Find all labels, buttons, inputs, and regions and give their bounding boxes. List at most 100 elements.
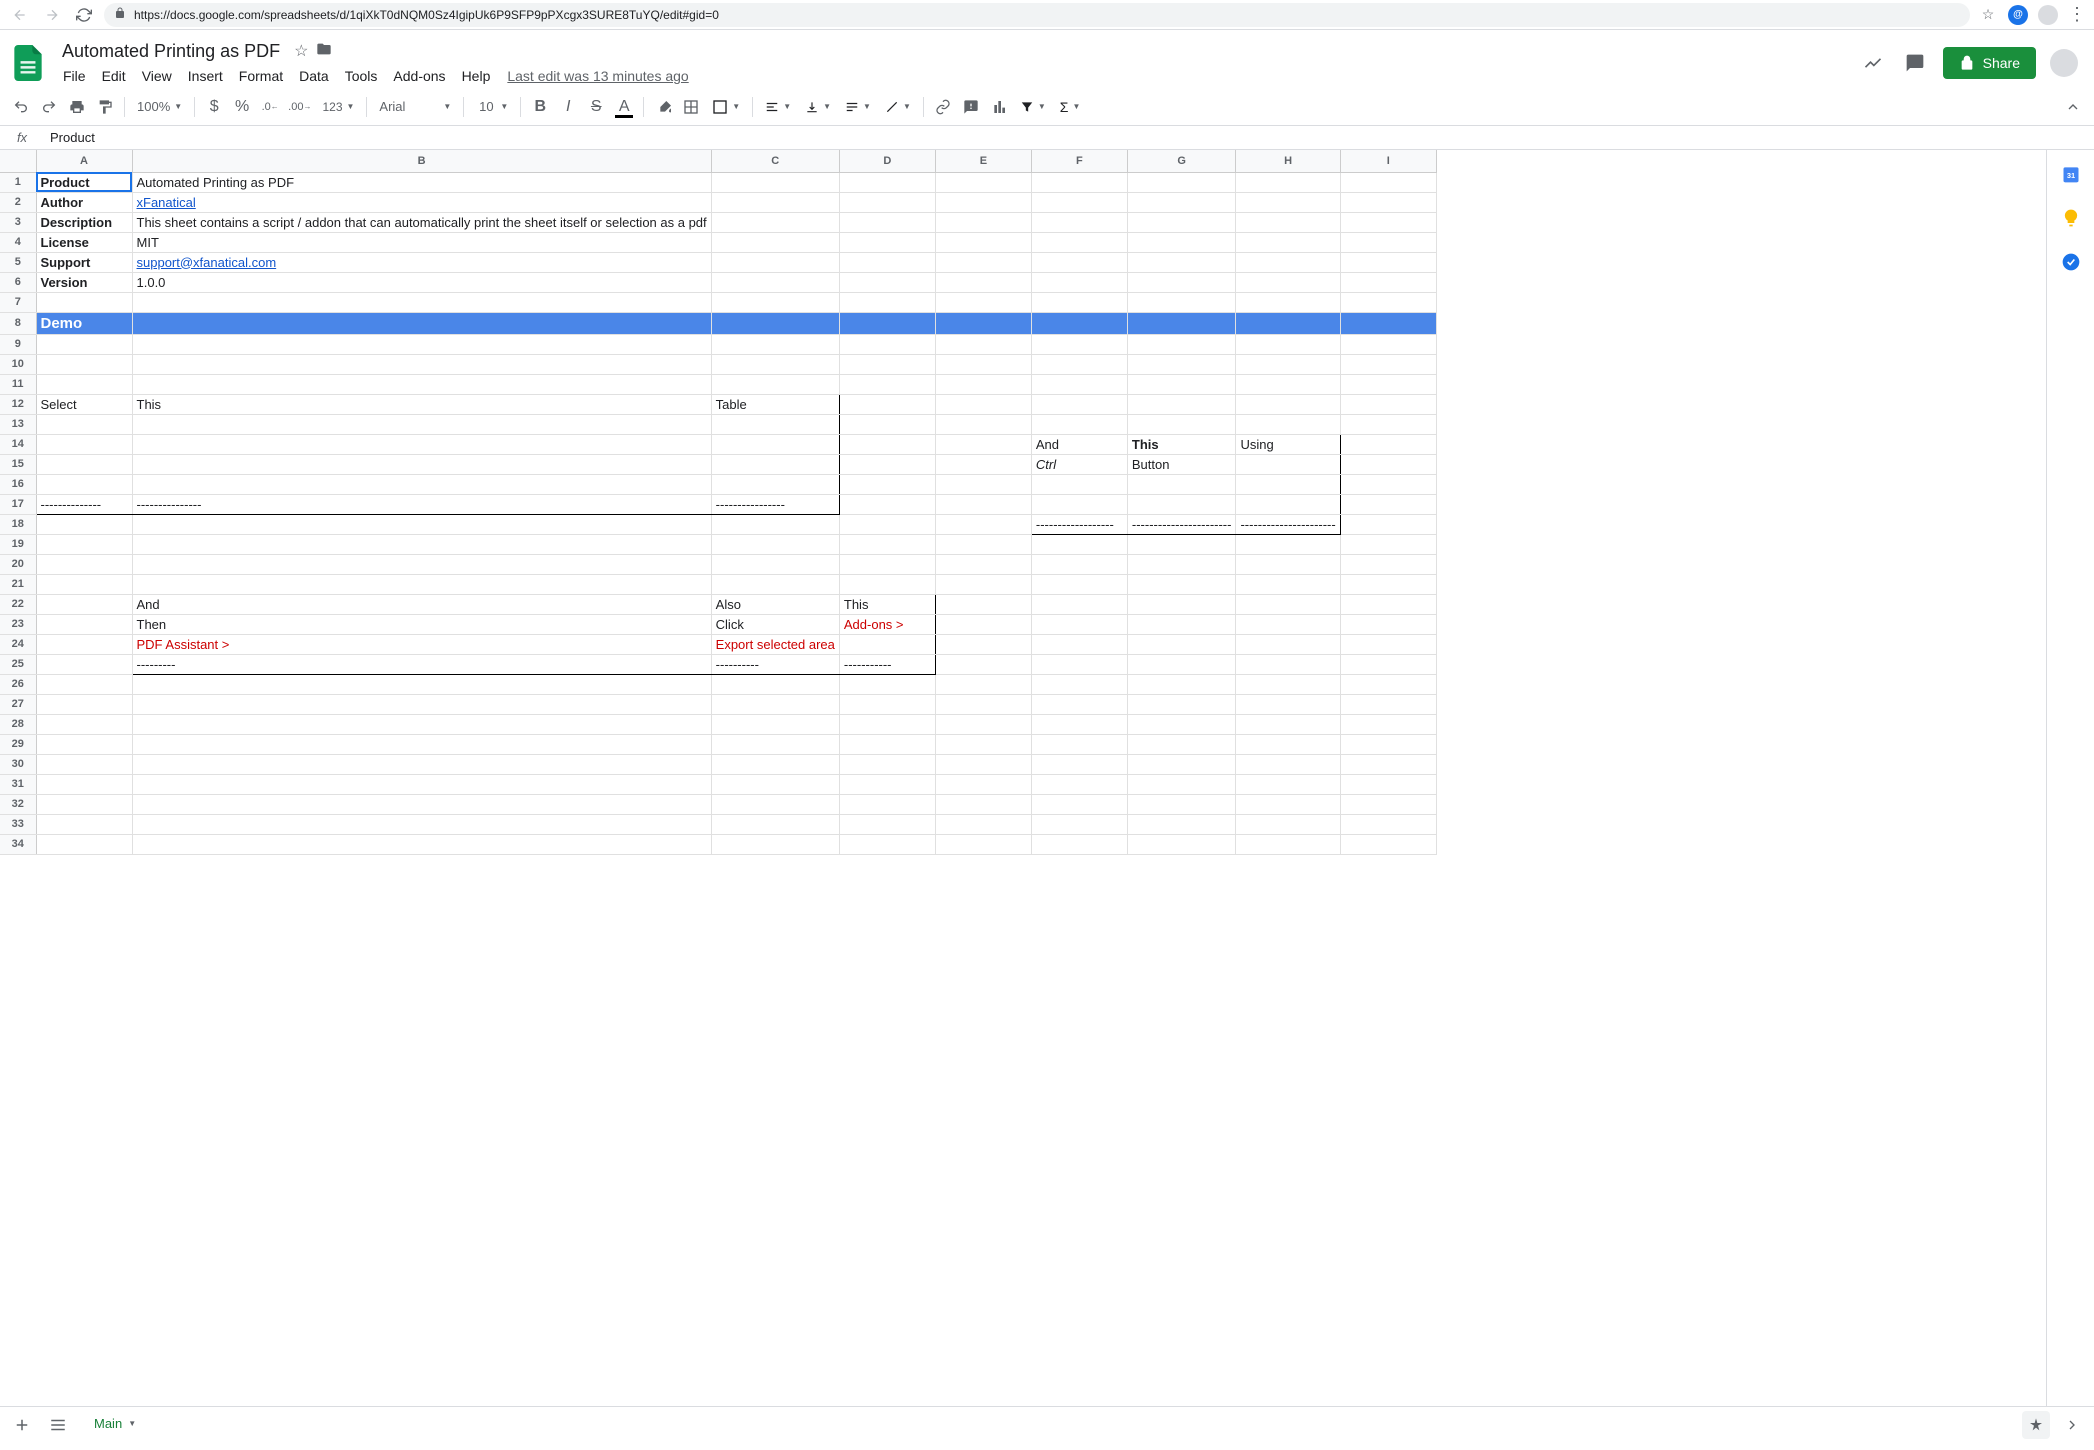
cell-B16[interactable] [132,474,711,494]
browser-back-button[interactable] [8,3,32,27]
cell-I23[interactable] [1340,614,1436,634]
cell-G23[interactable] [1127,614,1236,634]
cell-H24[interactable] [1236,634,1340,654]
cell-E28[interactable] [935,714,1031,734]
cell-F8[interactable] [1031,312,1127,334]
cell-D27[interactable] [839,694,935,714]
cell-I18[interactable] [1340,514,1436,534]
cell-I4[interactable] [1340,232,1436,252]
col-header-H[interactable]: H [1236,150,1340,172]
cell-D20[interactable] [839,554,935,574]
cell-I12[interactable] [1340,394,1436,414]
cell-H2[interactable] [1236,192,1340,212]
cell-E1[interactable] [935,172,1031,192]
cell-D15[interactable] [839,454,935,474]
cell-A18[interactable] [36,514,132,534]
cell-C2[interactable] [711,192,839,212]
cell-A7[interactable] [36,292,132,312]
cell-A8[interactable]: Demo [36,312,132,334]
cell-D14[interactable] [839,434,935,454]
cell-C31[interactable] [711,774,839,794]
cell-F2[interactable] [1031,192,1127,212]
row-header-31[interactable]: 31 [0,774,36,794]
cell-C19[interactable] [711,534,839,554]
cell-B34[interactable] [132,834,711,854]
row-header-9[interactable]: 9 [0,334,36,354]
cell-A12[interactable]: Select [36,394,132,414]
cell-C20[interactable] [711,554,839,574]
cell-C14[interactable] [711,434,839,454]
cell-A29[interactable] [36,734,132,754]
cell-B28[interactable] [132,714,711,734]
cell-A25[interactable] [36,654,132,674]
row-header-19[interactable]: 19 [0,534,36,554]
cell-B3[interactable]: This sheet contains a script / addon tha… [132,212,711,232]
col-header-I[interactable]: I [1340,150,1436,172]
cell-E16[interactable] [935,474,1031,494]
cell-D13[interactable] [839,414,935,434]
cell-H5[interactable] [1236,252,1340,272]
cell-G33[interactable] [1127,814,1236,834]
borders-button[interactable] [678,94,704,120]
doc-move-icon[interactable] [316,41,332,62]
cell-C8[interactable] [711,312,839,334]
cell-B6[interactable]: 1.0.0 [132,272,711,292]
cell-G30[interactable] [1127,754,1236,774]
cell-B29[interactable] [132,734,711,754]
row-header-7[interactable]: 7 [0,292,36,312]
cell-D24[interactable] [839,634,935,654]
cell-G4[interactable] [1127,232,1236,252]
cell-G20[interactable] [1127,554,1236,574]
menu-file[interactable]: File [56,64,93,88]
row-header-10[interactable]: 10 [0,354,36,374]
cell-B1[interactable]: Automated Printing as PDF [132,172,711,192]
col-header-D[interactable]: D [839,150,935,172]
cell-D16[interactable] [839,474,935,494]
cell-I13[interactable] [1340,414,1436,434]
text-color-button[interactable]: A [611,94,637,120]
cell-C23[interactable]: Click [711,614,839,634]
cell-C9[interactable] [711,334,839,354]
cell-D28[interactable] [839,714,935,734]
cell-A4[interactable]: License [36,232,132,252]
cell-H23[interactable] [1236,614,1340,634]
row-header-23[interactable]: 23 [0,614,36,634]
cell-D34[interactable] [839,834,935,854]
undo-button[interactable] [8,94,34,120]
cell-F15[interactable]: Ctrl [1031,454,1127,474]
cell-B30[interactable] [132,754,711,774]
cell-C28[interactable] [711,714,839,734]
cell-G27[interactable] [1127,694,1236,714]
cell-B19[interactable] [132,534,711,554]
cell-G12[interactable] [1127,394,1236,414]
increase-decimal-button[interactable]: .00→ [285,94,314,120]
cell-E9[interactable] [935,334,1031,354]
calendar-icon[interactable]: 31 [2059,162,2083,186]
cell-E29[interactable] [935,734,1031,754]
cell-A30[interactable] [36,754,132,774]
cell-E19[interactable] [935,534,1031,554]
cell-H9[interactable] [1236,334,1340,354]
cell-C15[interactable] [711,454,839,474]
cell-E32[interactable] [935,794,1031,814]
cell-C7[interactable] [711,292,839,312]
menu-data[interactable]: Data [292,64,336,88]
cell-B33[interactable] [132,814,711,834]
more-formats-dropdown[interactable]: 123 ▼ [316,100,360,114]
cell-F25[interactable] [1031,654,1127,674]
cell-I3[interactable] [1340,212,1436,232]
cell-H25[interactable] [1236,654,1340,674]
cell-C34[interactable] [711,834,839,854]
cell-C22[interactable]: Also [711,594,839,614]
cell-F6[interactable] [1031,272,1127,292]
cell-A22[interactable] [36,594,132,614]
insert-link-button[interactable] [930,94,956,120]
cell-E6[interactable] [935,272,1031,292]
cell-I26[interactable] [1340,674,1436,694]
star-icon[interactable]: ☆ [1978,5,1998,25]
cell-G25[interactable] [1127,654,1236,674]
account-avatar[interactable] [2050,49,2078,77]
cell-F31[interactable] [1031,774,1127,794]
cell-I32[interactable] [1340,794,1436,814]
add-sheet-button[interactable] [8,1411,36,1439]
